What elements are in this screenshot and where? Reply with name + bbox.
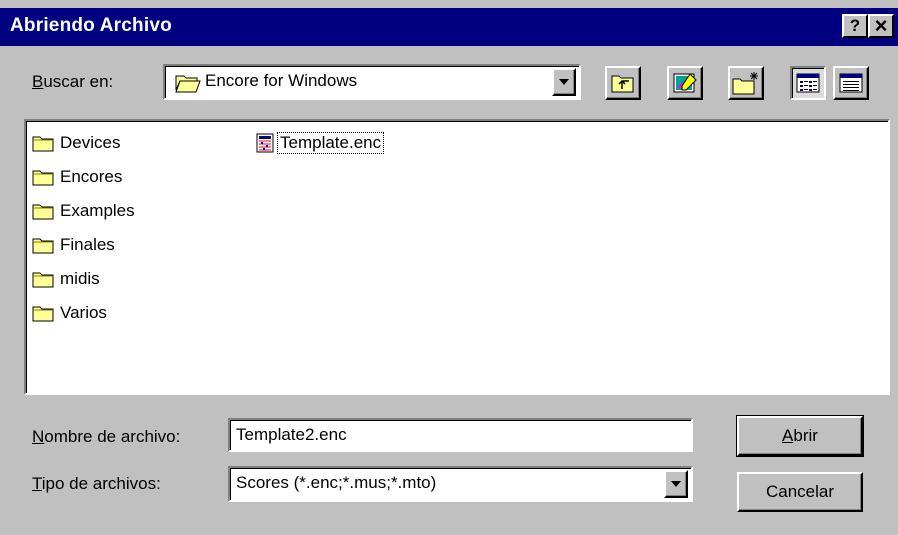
title-bar[interactable]: Abriendo Archivo ? × xyxy=(0,8,898,46)
folder-item-varios[interactable]: Varios xyxy=(32,301,109,325)
folder-up-icon xyxy=(611,75,634,93)
lookin-value: Encore for Windows xyxy=(205,71,358,90)
help-button[interactable]: ? xyxy=(842,14,868,38)
folder-item-encores[interactable]: Encores xyxy=(32,165,124,189)
folder-icon xyxy=(32,136,54,152)
filename-input[interactable]: Template2.enc xyxy=(228,418,693,452)
list-view-button[interactable] xyxy=(790,66,826,100)
chevron-down-icon xyxy=(671,481,681,487)
folder-name: midis xyxy=(60,269,100,288)
folder-item-finales[interactable]: Finales xyxy=(32,233,117,257)
folder-icon xyxy=(32,238,54,254)
folder-icon xyxy=(32,170,54,186)
file-list[interactable]: Devices Encores Examples Finales midis V… xyxy=(24,119,890,395)
filename-label-rest: ombre de archivo: xyxy=(44,427,181,446)
desktop-icon xyxy=(673,73,697,93)
encore-document-icon xyxy=(256,133,274,153)
folder-name: Varios xyxy=(60,303,107,322)
lookin-label: Buscar en: xyxy=(32,72,113,92)
new-folder-icon xyxy=(732,72,758,95)
filetype-label-rest: ipo de archivos: xyxy=(41,474,161,493)
folder-item-examples[interactable]: Examples xyxy=(32,199,137,223)
file-name: Template.enc xyxy=(276,132,385,154)
cancel-button-label: Cancelar xyxy=(765,482,835,501)
up-one-level-button[interactable] xyxy=(605,66,641,100)
filetype-value: Scores (*.enc;*.mus;*.mto) xyxy=(236,473,437,492)
folder-name: Examples xyxy=(60,201,135,220)
details-view-icon xyxy=(839,73,863,93)
open-button-rest: brir xyxy=(793,426,818,445)
lookin-label-key: B xyxy=(32,72,44,91)
open-folder-icon xyxy=(175,72,201,99)
open-button[interactable]: Abrir xyxy=(736,415,864,457)
filename-label: Nombre de archivo: xyxy=(32,427,180,447)
folder-icon xyxy=(32,204,54,220)
details-view-button[interactable] xyxy=(833,66,869,100)
folder-icon xyxy=(32,272,54,288)
folder-item-devices[interactable]: Devices xyxy=(32,131,122,155)
filename-label-key: N xyxy=(32,427,45,446)
folder-name: Encores xyxy=(60,167,123,186)
folder-name: Devices xyxy=(60,133,121,152)
filename-value: Template2.enc xyxy=(236,425,347,444)
lookin-dropdown-button[interactable] xyxy=(552,68,576,96)
filetype-select[interactable]: Scores (*.enc;*.mus;*.mto) xyxy=(228,466,693,502)
close-button[interactable]: × xyxy=(868,14,894,38)
filetype-dropdown-button[interactable] xyxy=(664,470,688,498)
chevron-down-icon xyxy=(559,79,569,85)
folder-item-midis[interactable]: midis xyxy=(32,267,102,291)
open-button-key: A xyxy=(782,426,794,445)
filetype-label-key: T xyxy=(32,474,42,493)
folder-name: Finales xyxy=(60,235,115,254)
close-icon: × xyxy=(874,13,888,38)
window-title: Abriendo Archivo xyxy=(10,15,172,36)
lookin-label-rest: uscar en: xyxy=(43,72,114,91)
list-view-icon xyxy=(796,73,820,93)
open-button-label: Abrir xyxy=(782,426,818,446)
folder-icon xyxy=(32,306,54,322)
filetype-label: Tipo de archivos: xyxy=(32,474,161,494)
desktop-button[interactable] xyxy=(667,66,703,100)
cancel-button[interactable]: Cancelar xyxy=(737,472,863,512)
file-item-template[interactable]: Template.enc xyxy=(256,131,385,155)
lookin-combo[interactable]: Encore for Windows xyxy=(163,64,581,100)
new-folder-button[interactable] xyxy=(728,66,764,100)
help-icon: ? xyxy=(849,16,861,35)
